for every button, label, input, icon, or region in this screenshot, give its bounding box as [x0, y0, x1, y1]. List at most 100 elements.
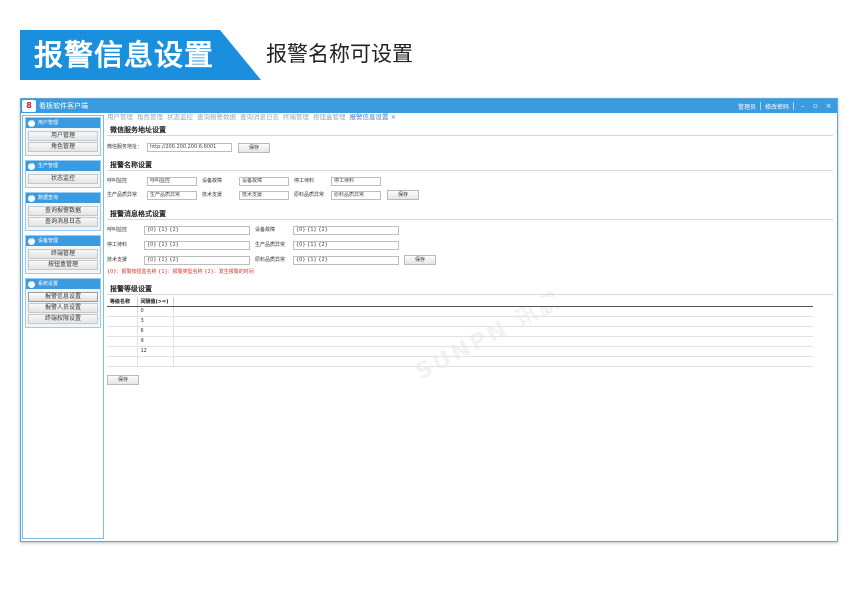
table-row[interactable]: 3: [107, 316, 813, 327]
sidebar-group-label: 生产管理: [38, 163, 59, 169]
interval-cell[interactable]: [137, 356, 174, 367]
column-header-level-name[interactable]: 等级名称: [107, 297, 138, 307]
app-title: 看板软件客户端: [39, 102, 88, 110]
sidebar-group-label: 系统设置: [38, 281, 59, 287]
table-row[interactable]: 9: [107, 336, 813, 347]
sidebar-item-alarm-personnel-settings[interactable]: 报警人员设置: [28, 303, 98, 313]
sidebar-group-user: ⌃ 用户管理 用户管理 角色管理: [25, 117, 101, 156]
sidebar-item-terminal-management[interactable]: 终端管理: [28, 249, 98, 259]
sidebar-item-query-message-log[interactable]: 查询消息日志: [28, 217, 98, 227]
tab-query-alarm-data[interactable]: 查询报警数据: [197, 112, 236, 122]
alarm-name-input[interactable]: 呼叫监控: [147, 177, 197, 186]
wechat-save-button[interactable]: 保存: [238, 143, 270, 153]
alarm-name-input[interactable]: 原料品质异常: [331, 191, 381, 200]
minimize-icon[interactable]: –: [798, 100, 807, 112]
column-header-interval[interactable]: 间隔值(>=): [137, 297, 174, 307]
alarm-format-input[interactable]: {0} {1} {2}: [293, 256, 399, 265]
sidebar-item-status-monitor[interactable]: 状态监控: [28, 174, 98, 184]
interval-cell[interactable]: 9: [137, 336, 174, 347]
sidebar-group-header[interactable]: ⌃ 生产管理: [26, 161, 100, 171]
page-banner: 报警信息设置: [20, 30, 261, 80]
sidebar-group-system: ⌃ 系统设置 报警信息设置 报警人员设置 终端权限设置: [25, 278, 101, 328]
table-row[interactable]: 0: [107, 306, 813, 317]
sidebar-group-header[interactable]: ⌃ 系统设置: [26, 279, 100, 289]
alarm-format-section-title: 报警消息格式设置: [110, 210, 166, 218]
tab-status-monitor[interactable]: 状态监控: [167, 112, 193, 122]
alarm-format-input[interactable]: {0} {1} {2}: [144, 241, 250, 250]
level-name-cell[interactable]: [107, 336, 138, 347]
sidebar-group-items: 查询报警数据 查询消息日志: [26, 203, 100, 230]
interval-cell[interactable]: 12: [137, 346, 174, 357]
alarm-levels-save-button[interactable]: 保存: [107, 375, 139, 385]
sidebar-group-items: 状态监控: [26, 171, 100, 187]
alarm-name-label: 呼叫监控: [107, 178, 128, 184]
table-row[interactable]: [107, 356, 813, 367]
collapse-icon[interactable]: ⌃: [28, 119, 35, 127]
sidebar: ⌃ 用户管理 用户管理 角色管理 ⌃ 生产管理 状态监控 ⌃ 数据查询 查询报警数据 …: [22, 115, 104, 539]
sidebar-group-label: 数据查询: [38, 195, 59, 201]
alarm-format-save-button[interactable]: 保存: [404, 255, 436, 265]
tab-button-box-management[interactable]: 按钮盒管理: [313, 112, 346, 122]
alarm-format-input[interactable]: {0} {1} {2}: [293, 241, 399, 250]
alarm-name-input[interactable]: 停工待料: [331, 177, 381, 186]
sidebar-item-role-management[interactable]: 角色管理: [28, 142, 98, 152]
interval-cell[interactable]: 6: [137, 326, 174, 337]
alarm-names-save-button[interactable]: 保存: [387, 190, 419, 200]
alarm-levels-table: 等级名称 间隔值(>=) 0 3 6 9 12: [107, 297, 813, 367]
tab-role-management[interactable]: 角色管理: [137, 112, 163, 122]
current-user-link[interactable]: 管理员: [738, 102, 756, 111]
alarm-format-input[interactable]: {0} {1} {2}: [144, 256, 250, 265]
close-icon[interactable]: ×: [824, 100, 833, 112]
sidebar-item-alarm-info-settings[interactable]: 报警信息设置: [28, 292, 98, 302]
tab-user-management[interactable]: 用户管理: [107, 112, 133, 122]
sidebar-group-header[interactable]: ⌃ 设备管理: [26, 236, 100, 246]
title-bar-separator: [759, 102, 761, 110]
table-header-row: 等级名称 间隔值(>=): [107, 297, 813, 307]
alarm-name-label: 停工待料: [294, 178, 315, 184]
sidebar-item-user-management[interactable]: 用户管理: [28, 131, 98, 141]
filler-cell: [173, 326, 813, 337]
sidebar-group-header[interactable]: ⌃ 数据查询: [26, 193, 100, 203]
change-password-link[interactable]: 修改密码: [765, 102, 789, 111]
alarm-format-label: 技术支援: [107, 257, 128, 263]
alarm-format-input[interactable]: {0} {1} {2}: [144, 226, 250, 235]
interval-cell[interactable]: 0: [137, 306, 174, 317]
sidebar-item-button-box-management[interactable]: 按钮盒管理: [28, 260, 98, 270]
restore-icon[interactable]: ▫: [811, 100, 820, 112]
level-name-cell[interactable]: [107, 306, 138, 317]
alarm-format-input[interactable]: {0} {1} {2}: [293, 226, 399, 235]
alarm-name-input[interactable]: 生产品质异常: [147, 191, 197, 200]
tab-alarm-info-settings[interactable]: 报警信息设置 ×: [350, 112, 397, 122]
wechat-section-title: 微信服务地址设置: [110, 126, 166, 134]
interval-cell[interactable]: 3: [137, 316, 174, 327]
alarm-name-label: 技术支援: [202, 192, 223, 198]
filler-cell: [173, 336, 813, 347]
level-name-cell[interactable]: [107, 356, 138, 367]
tab-terminal-management[interactable]: 终端管理: [283, 112, 309, 122]
alarm-name-input[interactable]: 技术支援: [239, 191, 289, 200]
level-name-cell[interactable]: [107, 326, 138, 337]
filler-cell: [173, 306, 813, 317]
section-divider: [107, 294, 833, 295]
level-name-cell[interactable]: [107, 316, 138, 327]
column-header-filler: [173, 297, 813, 307]
wechat-address-input[interactable]: http://200.200.200.6:6001: [147, 143, 232, 152]
tab-query-message-log[interactable]: 查询消息日志: [240, 112, 279, 122]
alarm-format-label: 呼叫监控: [107, 227, 128, 233]
sidebar-group-items: 报警信息设置 报警人员设置 终端权限设置: [26, 289, 100, 327]
level-name-cell[interactable]: [107, 346, 138, 357]
sidebar-item-query-alarm-data[interactable]: 查询报警数据: [28, 206, 98, 216]
collapse-icon[interactable]: ⌃: [28, 162, 35, 170]
table-row[interactable]: 12: [107, 346, 813, 357]
collapse-icon[interactable]: ⌃: [28, 237, 35, 245]
table-row[interactable]: 6: [107, 326, 813, 337]
collapse-icon[interactable]: ⌃: [28, 280, 35, 288]
collapse-icon[interactable]: ⌃: [28, 194, 35, 202]
alarm-name-label: 原料品质异常: [294, 192, 325, 198]
sidebar-group-header[interactable]: ⌃ 用户管理: [26, 118, 100, 128]
alarm-name-input[interactable]: 设备故障: [239, 177, 289, 186]
sidebar-group-production: ⌃ 生产管理 状态监控: [25, 160, 101, 188]
sidebar-item-terminal-permission-settings[interactable]: 终端权限设置: [28, 314, 98, 324]
alarm-name-label: 生产品质异常: [107, 192, 138, 198]
filler-cell: [173, 356, 813, 367]
